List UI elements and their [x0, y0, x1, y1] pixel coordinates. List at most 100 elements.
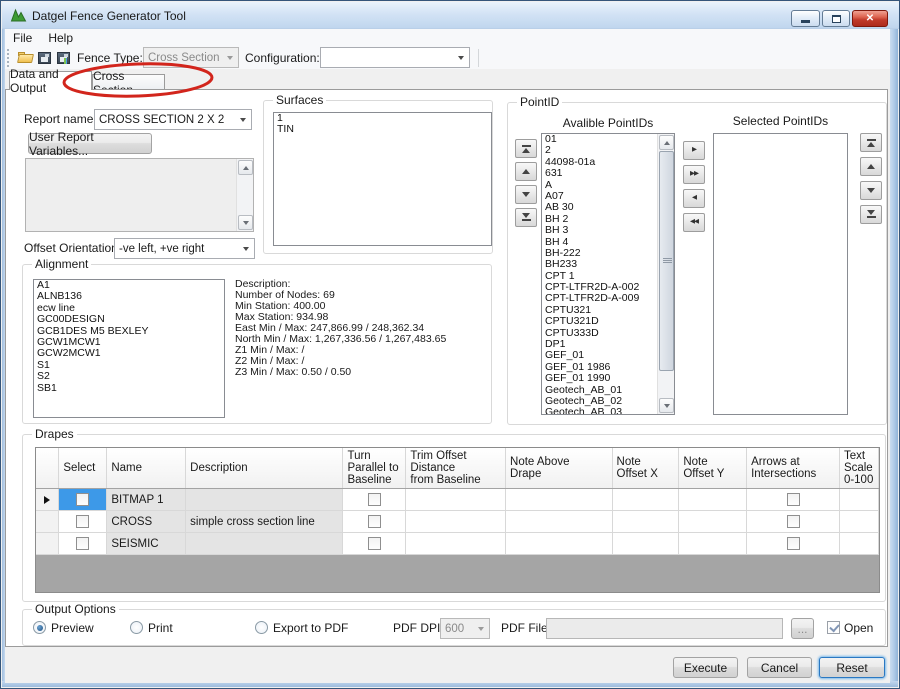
- name-cell[interactable]: SEISMIC: [107, 533, 186, 555]
- surfaces-list[interactable]: 1TIN: [273, 112, 492, 246]
- open-file-icon[interactable]: [17, 49, 34, 66]
- selected-move-bottom-button[interactable]: [860, 205, 882, 224]
- report-name-combo[interactable]: CROSS SECTION 2 X 2: [94, 109, 252, 130]
- scroll-up-icon[interactable]: [238, 160, 253, 175]
- selected-move-down-button[interactable]: [860, 181, 882, 200]
- save-chart-icon[interactable]: [55, 49, 72, 66]
- move-all-left-button[interactable]: ◀◀: [683, 213, 705, 232]
- print-label[interactable]: Print: [148, 621, 173, 635]
- turn-parallel-checkbox[interactable]: [368, 493, 381, 506]
- user-report-variables-button[interactable]: User Report Variables...: [28, 133, 152, 154]
- select-cell[interactable]: [59, 489, 107, 511]
- available-move-bottom-button[interactable]: [515, 208, 537, 227]
- column-header-select[interactable]: Select: [59, 448, 107, 489]
- available-move-top-button[interactable]: [515, 139, 537, 158]
- close-button[interactable]: ✕: [852, 10, 888, 27]
- chevron-down-icon[interactable]: [235, 110, 251, 129]
- column-header-name[interactable]: Name: [107, 448, 186, 489]
- trim-offset-cell[interactable]: [406, 533, 506, 555]
- select-checkbox[interactable]: [76, 515, 89, 528]
- offset-orientation-combo[interactable]: -ve left, +ve right: [114, 238, 255, 259]
- turn-parallel-cell[interactable]: [343, 533, 406, 555]
- note-offset-y-cell[interactable]: [679, 511, 747, 533]
- note-offset-x-cell[interactable]: [612, 533, 679, 555]
- row-selector[interactable]: [36, 511, 59, 533]
- print-radio[interactable]: [130, 621, 143, 634]
- preview-label[interactable]: Preview: [51, 621, 94, 635]
- scroll-down-icon[interactable]: [659, 398, 674, 413]
- tab-data-and-output[interactable]: Data and Output: [9, 71, 92, 90]
- menu-file[interactable]: File: [5, 29, 40, 47]
- scrollbar-thumb[interactable]: [659, 151, 674, 371]
- turn-parallel-cell[interactable]: [343, 511, 406, 533]
- arrows-cell[interactable]: [747, 511, 840, 533]
- move-left-button[interactable]: ◀: [683, 189, 705, 208]
- column-header-note-above[interactable]: Note Above Drape: [506, 448, 613, 489]
- row-selector[interactable]: [36, 489, 59, 511]
- tab-cross-section[interactable]: Cross Section: [92, 74, 165, 90]
- arrows-cell[interactable]: [747, 489, 840, 511]
- list-item[interactable]: CPTU321D: [542, 316, 657, 327]
- list-item[interactable]: BH 3: [542, 225, 657, 236]
- list-item[interactable]: BH233: [542, 259, 657, 270]
- maximize-button[interactable]: [822, 10, 850, 27]
- name-cell[interactable]: CROSS: [107, 511, 186, 533]
- note-above-cell[interactable]: [506, 533, 613, 555]
- execute-button[interactable]: Execute: [673, 657, 738, 678]
- minimize-button[interactable]: [791, 10, 820, 27]
- list-item[interactable]: Geotech_AB_03: [542, 407, 657, 414]
- turn-parallel-checkbox[interactable]: [368, 537, 381, 550]
- text-scale-cell[interactable]: [839, 533, 878, 555]
- column-header-note-offset-y[interactable]: Note Offset Y: [679, 448, 747, 489]
- title-bar[interactable]: Datgel Fence Generator Tool ✕: [2, 2, 900, 29]
- column-header-note-offset-x[interactable]: Note Offset X: [612, 448, 679, 489]
- list-item[interactable]: TIN: [274, 124, 491, 135]
- alignment-list[interactable]: A1ALNB136ecw lineGC00DESIGNGCB1DES M5 BE…: [33, 279, 225, 418]
- list-item[interactable]: S1: [34, 360, 224, 371]
- select-checkbox[interactable]: [76, 537, 89, 550]
- preview-radio[interactable]: [33, 621, 46, 634]
- note-above-cell[interactable]: [506, 489, 613, 511]
- row-selector[interactable]: [36, 533, 59, 555]
- select-checkbox[interactable]: [76, 493, 89, 506]
- list-item[interactable]: S2: [34, 371, 224, 382]
- arrows-checkbox[interactable]: [787, 537, 800, 550]
- trim-offset-cell[interactable]: [406, 489, 506, 511]
- text-scale-cell[interactable]: [839, 489, 878, 511]
- export-pdf-radio[interactable]: [255, 621, 268, 634]
- name-cell[interactable]: BITMAP 1: [107, 489, 186, 511]
- note-offset-x-cell[interactable]: [612, 489, 679, 511]
- browse-button[interactable]: ...: [791, 618, 814, 639]
- note-above-cell[interactable]: [506, 511, 613, 533]
- configuration-combo[interactable]: [320, 47, 470, 68]
- column-header-trim-offset[interactable]: Trim Offset Distance from Baseline: [406, 448, 506, 489]
- column-header-description[interactable]: Description: [186, 448, 343, 489]
- selected-move-up-button[interactable]: [860, 157, 882, 176]
- turn-parallel-checkbox[interactable]: [368, 515, 381, 528]
- select-cell[interactable]: [59, 533, 107, 555]
- list-item[interactable]: 631: [542, 168, 657, 179]
- available-move-down-button[interactable]: [515, 185, 537, 204]
- chevron-down-icon[interactable]: [453, 48, 469, 67]
- arrows-checkbox[interactable]: [787, 515, 800, 528]
- report-notes-box[interactable]: [25, 158, 254, 232]
- list-item[interactable]: SB1: [34, 383, 224, 394]
- drapes-grid[interactable]: Select Name Description Turn Parallel to…: [35, 447, 880, 593]
- toolbar-grip[interactable]: [7, 49, 10, 67]
- column-header-turn-parallel[interactable]: Turn Parallel to Baseline: [343, 448, 406, 489]
- note-offset-y-cell[interactable]: [679, 533, 747, 555]
- note-offset-y-cell[interactable]: [679, 489, 747, 511]
- turn-parallel-cell[interactable]: [343, 489, 406, 511]
- list-item[interactable]: GC00DESIGN: [34, 314, 224, 325]
- available-move-up-button[interactable]: [515, 162, 537, 181]
- scroll-up-icon[interactable]: [659, 135, 674, 150]
- list-item[interactable]: GCW2MCW1: [34, 348, 224, 359]
- scroll-down-icon[interactable]: [238, 215, 253, 230]
- export-pdf-label[interactable]: Export to PDF: [273, 621, 348, 635]
- select-cell[interactable]: [59, 511, 107, 533]
- description-cell[interactable]: [186, 533, 343, 555]
- description-cell[interactable]: [186, 489, 343, 511]
- save-icon[interactable]: [36, 49, 53, 66]
- available-list-scrollbar[interactable]: [657, 134, 674, 414]
- column-header-text-scale[interactable]: Text Scale 0-100: [839, 448, 878, 489]
